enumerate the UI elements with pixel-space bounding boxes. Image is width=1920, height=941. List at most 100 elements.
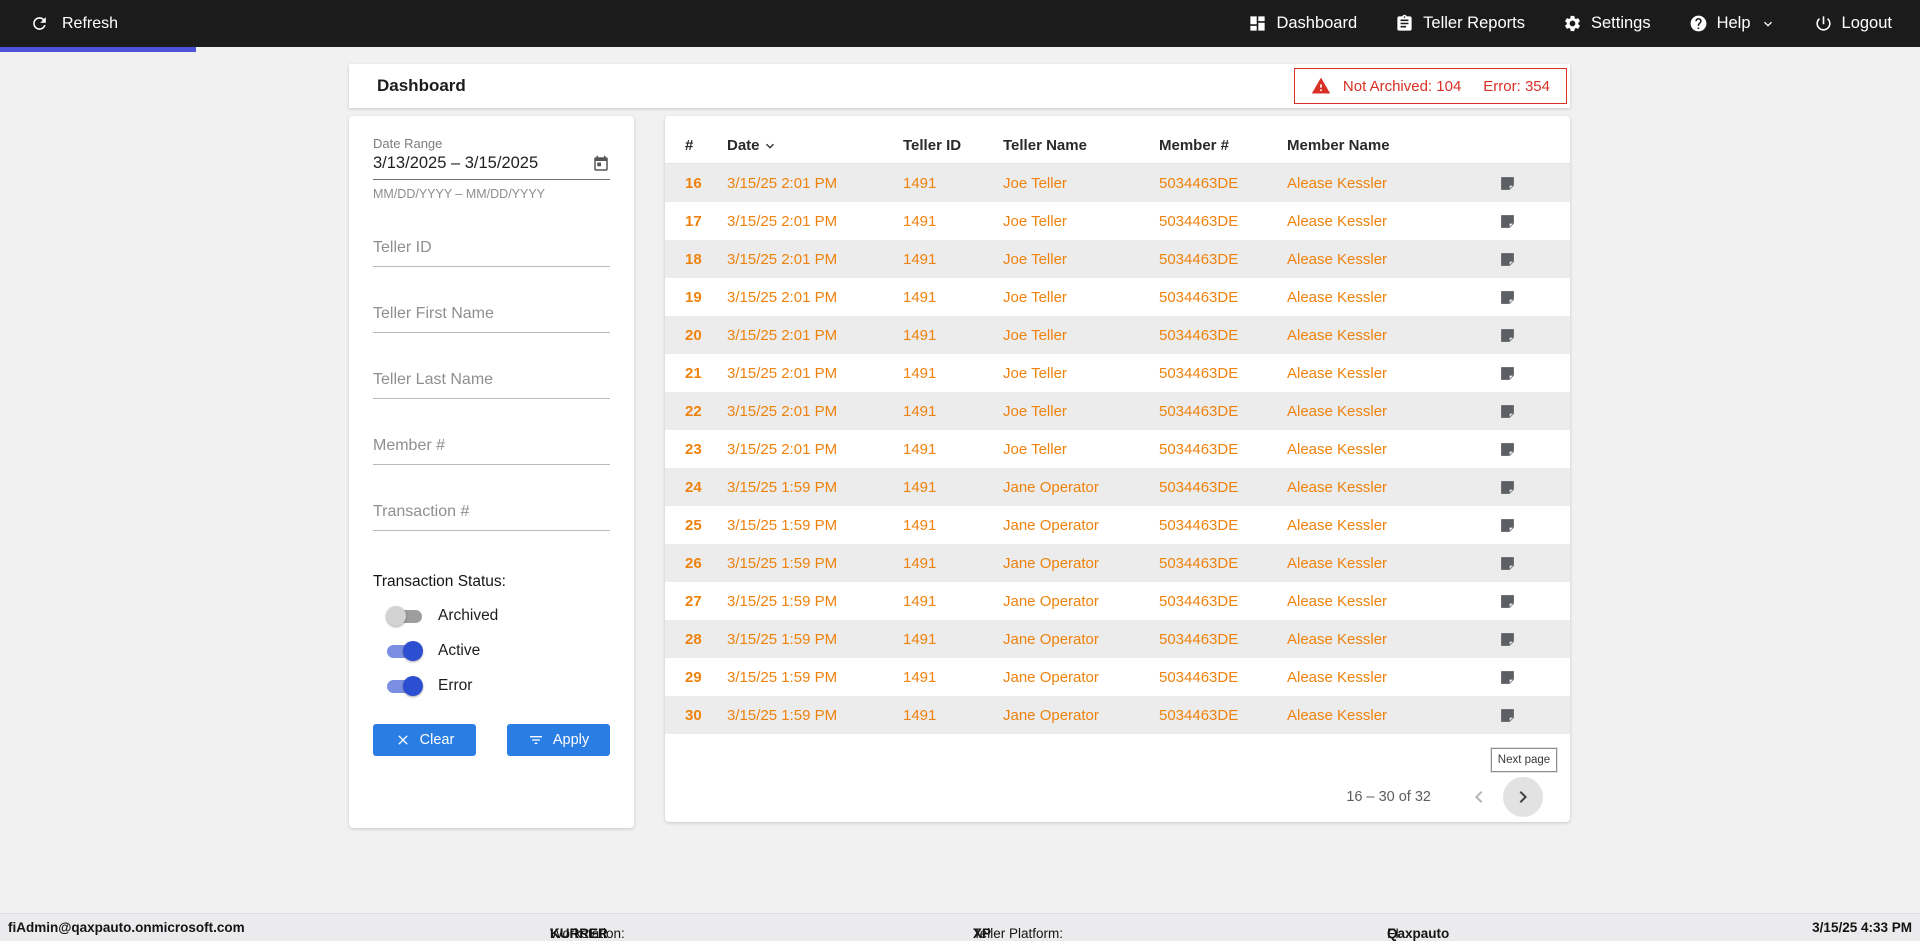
table-row[interactable]: 27 3/15/25 1:59 PM 1491 Jane Operator 50…: [665, 582, 1570, 620]
row-member-name: Alease Kessler: [1287, 440, 1388, 458]
row-member-name: Alease Kessler: [1287, 250, 1388, 268]
table-row[interactable]: 22 3/15/25 2:01 PM 1491 Joe Teller 50344…: [665, 392, 1570, 430]
note-button[interactable]: [1499, 213, 1570, 230]
nav-item-settings[interactable]: Settings: [1563, 14, 1651, 33]
row-date: 3/15/25 1:59 PM: [727, 706, 838, 724]
nav-item-label: Logout: [1841, 14, 1892, 32]
active-toggle[interactable]: [386, 641, 423, 661]
row-teller-name: Joe Teller: [1003, 288, 1067, 306]
note-icon: [1501, 442, 1514, 456]
refresh-label: Refresh: [62, 14, 119, 32]
row-number: 22: [685, 402, 702, 420]
row-teller-id: 1491: [903, 174, 937, 192]
note-button[interactable]: [1499, 175, 1570, 192]
row-number: 28: [685, 630, 702, 648]
note-button[interactable]: [1499, 365, 1570, 382]
logged-in-user: fiAdmin@qaxpauto.onmicrosoft.com: [8, 920, 245, 935]
row-member-number: 5034463DE: [1159, 668, 1239, 686]
clear-button-label: Clear: [419, 732, 455, 748]
transactions-table-card: # Date Teller ID Teller Name Member # Me…: [665, 116, 1570, 822]
nav-item-teller-reports[interactable]: Teller Reports: [1395, 14, 1525, 33]
teller-first-name-input[interactable]: [373, 299, 610, 332]
teller-id-input[interactable]: [373, 233, 610, 266]
teller-last-name-field: [373, 365, 610, 399]
note-button[interactable]: [1499, 707, 1570, 724]
note-button[interactable]: [1499, 251, 1570, 268]
previous-page-button[interactable]: [1467, 785, 1491, 809]
page-title: Dashboard: [377, 76, 466, 95]
row-date: 3/15/25 2:01 PM: [727, 326, 838, 344]
clear-button[interactable]: Clear: [373, 724, 476, 756]
clipboard-icon: [1397, 14, 1412, 31]
note-button[interactable]: [1499, 403, 1570, 420]
table-row[interactable]: 19 3/15/25 2:01 PM 1491 Joe Teller 50344…: [665, 278, 1570, 316]
nav-item-help[interactable]: Help: [1689, 14, 1776, 33]
row-date: 3/15/25 2:01 PM: [727, 212, 838, 230]
table-row[interactable]: 24 3/15/25 1:59 PM 1491 Jane Operator 50…: [665, 468, 1570, 506]
row-teller-name: Jane Operator: [1003, 478, 1099, 496]
table-row[interactable]: 16 3/15/25 2:01 PM 1491 Joe Teller 50344…: [665, 164, 1570, 202]
date-range-label: Date Range: [373, 136, 443, 151]
column-header-teller-name: Teller Name: [1003, 137, 1087, 154]
member-number-input[interactable]: [373, 431, 610, 464]
calendar-icon[interactable]: [592, 155, 610, 173]
note-button[interactable]: [1499, 517, 1570, 534]
refresh-button[interactable]: Refresh: [30, 14, 118, 33]
apply-button-label: Apply: [552, 732, 590, 748]
table-row[interactable]: 28 3/15/25 1:59 PM 1491 Jane Operator 50…: [665, 620, 1570, 658]
row-member-name: Alease Kessler: [1287, 516, 1388, 534]
note-button[interactable]: [1499, 669, 1570, 686]
row-teller-id: 1491: [903, 288, 937, 306]
nav-item-dashboard[interactable]: Dashboard: [1248, 14, 1357, 33]
row-member-number: 5034463DE: [1159, 516, 1239, 534]
table-row[interactable]: 17 3/15/25 2:01 PM 1491 Joe Teller 50344…: [665, 202, 1570, 240]
row-date: 3/15/25 2:01 PM: [727, 174, 838, 192]
row-member-number: 5034463DE: [1159, 174, 1239, 192]
filter-icon: [529, 736, 542, 744]
table-row[interactable]: 23 3/15/25 2:01 PM 1491 Joe Teller 50344…: [665, 430, 1570, 468]
teller-last-name-input[interactable]: [373, 365, 610, 398]
row-teller-name: Jane Operator: [1003, 706, 1099, 724]
note-button[interactable]: [1499, 441, 1570, 458]
date-range-input[interactable]: [373, 154, 592, 173]
row-teller-name: Jane Operator: [1003, 516, 1099, 534]
table-row[interactable]: 20 3/15/25 2:01 PM 1491 Joe Teller 50344…: [665, 316, 1570, 354]
error-toggle[interactable]: [386, 676, 423, 696]
note-button[interactable]: [1499, 631, 1570, 648]
column-header-date[interactable]: Date: [727, 137, 903, 154]
note-button[interactable]: [1499, 479, 1570, 496]
archived-toggle[interactable]: [386, 606, 423, 626]
note-button[interactable]: [1499, 289, 1570, 306]
note-icon: [1501, 290, 1514, 304]
note-button[interactable]: [1499, 555, 1570, 572]
note-icon: [1501, 404, 1514, 418]
row-member-number: 5034463DE: [1159, 402, 1239, 420]
transaction-number-input[interactable]: [373, 497, 610, 530]
row-teller-name: Jane Operator: [1003, 592, 1099, 610]
table-row[interactable]: 26 3/15/25 1:59 PM 1491 Jane Operator 50…: [665, 544, 1570, 582]
row-date: 3/15/25 1:59 PM: [727, 630, 838, 648]
row-member-name: Alease Kessler: [1287, 630, 1388, 648]
note-icon: [1501, 328, 1514, 342]
note-button[interactable]: [1499, 327, 1570, 344]
note-icon: [1501, 252, 1514, 266]
row-date: 3/15/25 1:59 PM: [727, 668, 838, 686]
row-date: 3/15/25 2:01 PM: [727, 402, 838, 420]
row-number: 24: [685, 478, 702, 496]
table-row[interactable]: 21 3/15/25 2:01 PM 1491 Joe Teller 50344…: [665, 354, 1570, 392]
column-header-number: #: [685, 137, 694, 154]
table-row[interactable]: 25 3/15/25 1:59 PM 1491 Jane Operator 50…: [665, 506, 1570, 544]
table-row[interactable]: 30 3/15/25 1:59 PM 1491 Jane Operator 50…: [665, 696, 1570, 734]
row-member-name: Alease Kessler: [1287, 706, 1388, 724]
note-icon: [1501, 518, 1514, 532]
next-page-button[interactable]: [1503, 777, 1543, 817]
nav-item-logout[interactable]: Logout: [1814, 14, 1892, 33]
table-body: 16 3/15/25 2:01 PM 1491 Joe Teller 50344…: [665, 164, 1570, 734]
note-icon: [1501, 176, 1514, 190]
note-button[interactable]: [1499, 593, 1570, 610]
table-row[interactable]: 29 3/15/25 1:59 PM 1491 Jane Operator 50…: [665, 658, 1570, 696]
apply-button[interactable]: Apply: [507, 724, 610, 756]
table-row[interactable]: 18 3/15/25 2:01 PM 1491 Joe Teller 50344…: [665, 240, 1570, 278]
filter-actions: Clear Apply: [373, 724, 610, 756]
row-member-name: Alease Kessler: [1287, 364, 1388, 382]
